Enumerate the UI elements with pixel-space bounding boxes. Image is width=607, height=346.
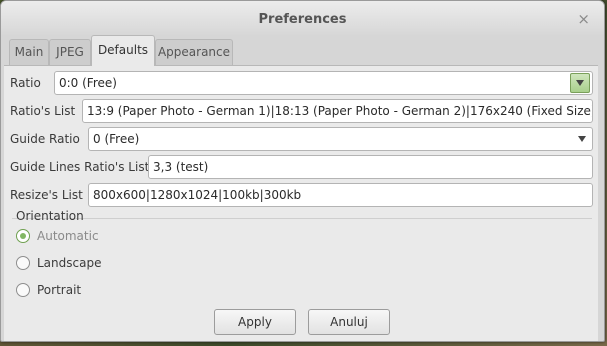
chevron-down-icon[interactable]	[578, 136, 586, 142]
radio-landscape-label: Landscape	[37, 256, 102, 270]
orientation-divider	[12, 218, 592, 219]
resizes-list-label: Resize's List	[10, 188, 83, 202]
ratios-list-input[interactable]: 13:9 (Paper Photo - German 1)|18:13 (Pap…	[82, 99, 593, 123]
resizes-list-row: Resize's List 800x600|1280x1024|100kb|30…	[10, 183, 593, 207]
window-title: Preferences	[258, 12, 347, 27]
ratios-list-row: Ratio's List 13:9 (Paper Photo - German …	[10, 99, 593, 123]
ratios-list-label: Ratio's List	[10, 104, 76, 118]
ratio-combobox[interactable]: 0:0 (Free)	[54, 71, 593, 95]
radio-portrait-label: Portrait	[37, 283, 82, 297]
preferences-window: Preferences × Main JPEG Defaults Appeara…	[0, 0, 605, 342]
apply-button[interactable]: Apply	[214, 309, 296, 335]
tab-main[interactable]: Main	[9, 39, 49, 65]
cancel-button[interactable]: Anuluj	[308, 309, 390, 335]
ratio-value: 0:0 (Free)	[59, 76, 117, 90]
guide-lines-input[interactable]: 3,3 (test)	[148, 155, 593, 179]
defaults-panel: Ratio 0:0 (Free) Ratio's List 13:9 (Pape…	[4, 65, 598, 341]
guide-lines-row: Guide Lines Ratio's List 3,3 (test)	[10, 155, 593, 179]
guide-ratio-combobox[interactable]: 0 (Free)	[88, 127, 593, 151]
ratio-row: Ratio 0:0 (Free)	[10, 71, 593, 95]
guide-ratio-label: Guide Ratio	[10, 132, 80, 146]
radio-button[interactable]	[16, 256, 30, 270]
title-bar[interactable]: Preferences ×	[1, 1, 604, 35]
tab-defaults[interactable]: Defaults	[91, 35, 155, 66]
resizes-list-input[interactable]: 800x600|1280x1024|100kb|300kb	[88, 183, 593, 207]
orientation-label: Orientation	[16, 209, 84, 223]
radio-button-selected[interactable]	[16, 229, 30, 243]
guide-ratio-value: 0 (Free)	[93, 132, 140, 146]
radio-automatic-label: Automatic	[37, 229, 99, 243]
tab-jpeg[interactable]: JPEG	[49, 39, 91, 65]
ratio-label: Ratio	[10, 76, 41, 90]
guide-lines-label: Guide Lines Ratio's List	[10, 160, 150, 174]
guide-ratio-row: Guide Ratio 0 (Free)	[10, 127, 593, 151]
close-icon[interactable]: ×	[577, 1, 590, 37]
radio-button[interactable]	[16, 283, 30, 297]
chevron-down-icon[interactable]	[570, 73, 590, 93]
tab-appearance[interactable]: Appearance	[155, 39, 233, 65]
